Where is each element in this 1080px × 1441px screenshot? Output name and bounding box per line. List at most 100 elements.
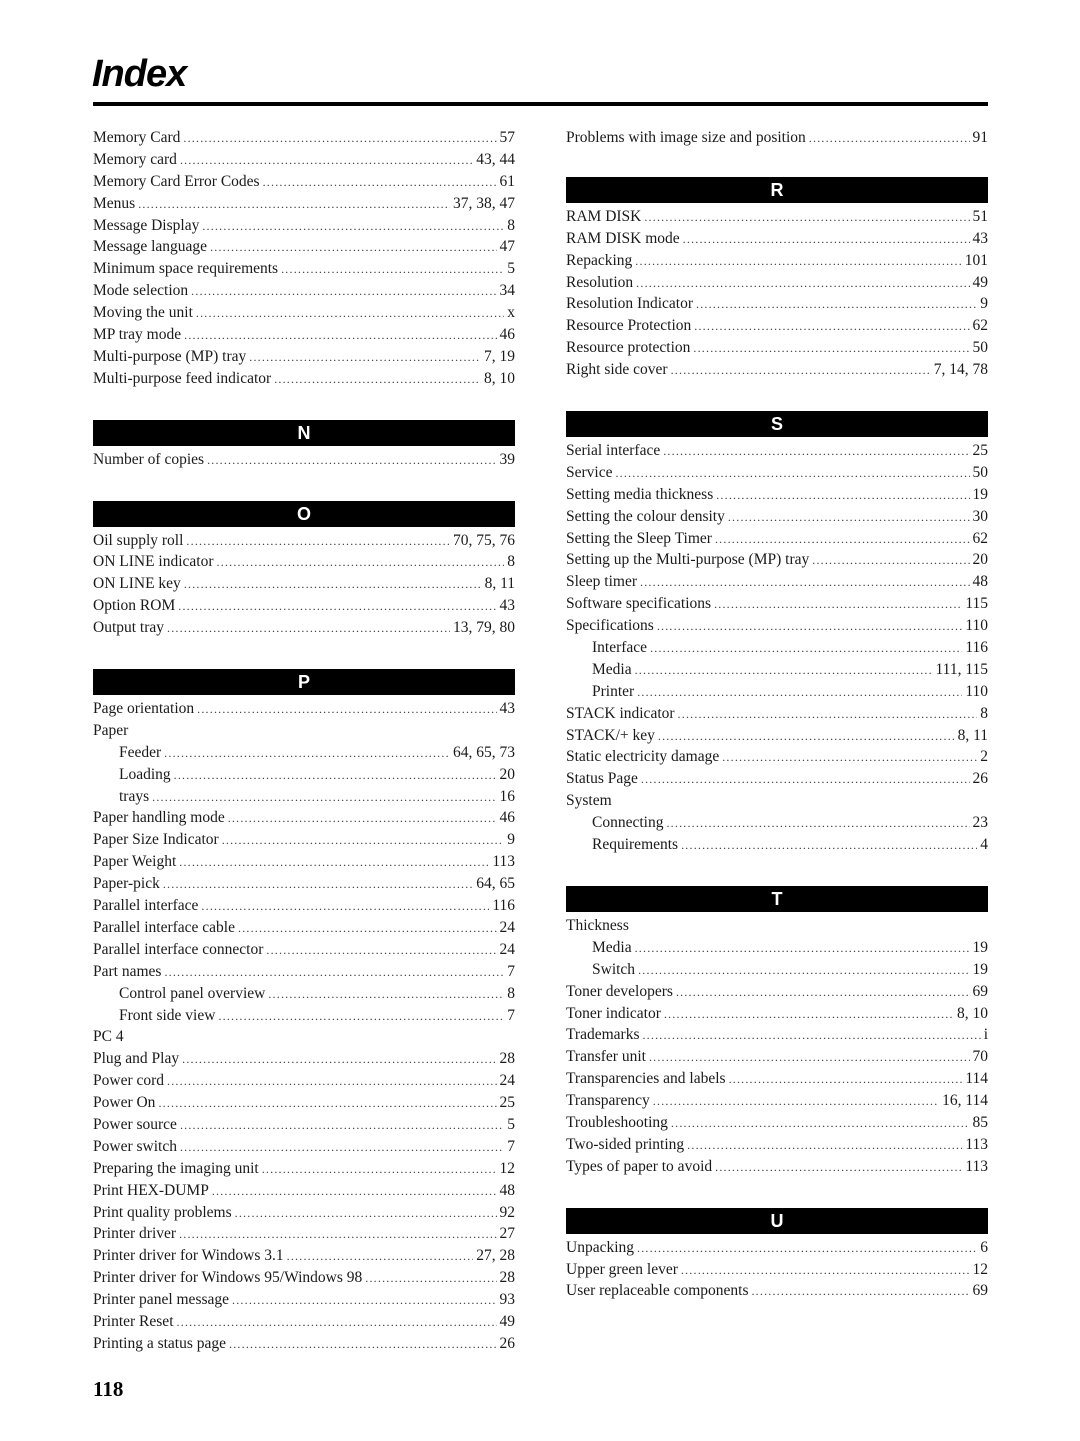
p-continued-entries: Problems with image size and position 91 (566, 127, 988, 149)
index-entry: Thickness (566, 915, 988, 937)
dot-leader (262, 1159, 497, 1181)
index-entry: Resolution 49 (566, 272, 988, 294)
index-entry: ON LINE key 8, 11 (93, 573, 515, 595)
index-entry: Repacking 101 (566, 250, 988, 272)
index-entry: Transfer unit 70 (566, 1046, 988, 1068)
index-entry: Setting the Sleep Timer 62 (566, 528, 988, 550)
entry-term: Serial interface (566, 442, 661, 460)
entry-term: Number of copies (93, 450, 205, 468)
entry-term: Connecting (592, 814, 664, 832)
entry-term: Switch (592, 960, 636, 978)
entry-term: RAM DISK (566, 207, 642, 225)
entry-term: Service (566, 463, 613, 481)
index-subentry: Feeder 64, 65, 73 (93, 742, 515, 764)
dot-leader (664, 1004, 954, 1026)
index-entry: STACK indicator 8 (566, 703, 988, 725)
entry-term: Power source (93, 1115, 177, 1133)
entry-pages: 7, 14, 78 (933, 361, 988, 379)
dot-leader (642, 1025, 980, 1047)
dot-leader (152, 787, 496, 809)
entry-pages: x (507, 304, 515, 322)
entry-pages: 49 (499, 1312, 516, 1330)
right-column: Problems with image size and position91 … (566, 127, 988, 1302)
entry-pages: i (983, 1026, 988, 1044)
index-entry: Static electricity damage 2 (566, 746, 988, 768)
index-entry: Number of copies 39 (93, 449, 515, 471)
entry-term: Toner indicator (566, 1004, 661, 1022)
dot-leader (164, 962, 504, 984)
entry-term: Paper-pick (93, 875, 160, 893)
entry-term: Memory Card Error Codes (93, 172, 260, 190)
dot-leader (201, 896, 489, 918)
dot-leader (694, 316, 969, 338)
dot-leader (729, 1069, 963, 1091)
dot-leader (666, 813, 969, 835)
entry-term: Printer (592, 682, 635, 700)
entry-term: Setting the colour density (566, 507, 725, 525)
entry-term: Print HEX-DUMP (93, 1181, 209, 1199)
index-entry: Paper Size Indicator 9 (93, 829, 515, 851)
entry-term: ON LINE indicator (93, 553, 214, 571)
entry-term: Types of paper to avoid (566, 1157, 713, 1175)
entry-pages: 69 (972, 982, 989, 1000)
dot-leader (202, 216, 504, 238)
entry-pages: 24 (499, 1072, 516, 1090)
entry-term: Software specifications (566, 595, 712, 613)
dot-leader (696, 294, 977, 316)
dot-leader (222, 830, 505, 852)
entry-pages: 61 (499, 172, 516, 190)
entry-pages: 12 (972, 1260, 989, 1278)
entry-pages: 28 (499, 1269, 516, 1287)
dot-leader (658, 726, 955, 748)
section-header-s: S (566, 411, 988, 438)
r-entries: RAM DISK 51 RAM DISK mode 43 Repacking 101 Res… (566, 206, 988, 381)
entry-term: Memory card (93, 150, 177, 168)
entry-term: Paper (93, 721, 129, 739)
entry-pages: 50 (972, 463, 989, 481)
index-entry: Power cord 24 (93, 1070, 515, 1092)
entry-term: Parallel interface connector (93, 940, 264, 958)
dot-leader (714, 594, 962, 616)
page-title: Index (92, 53, 187, 95)
index-entry: Parallel interface connector 24 (93, 939, 515, 961)
entry-term: Message language (93, 238, 208, 256)
entry-pages: 20 (972, 551, 989, 569)
entry-term: Menus (93, 194, 136, 212)
entry-pages: 110 (965, 617, 988, 635)
n-entries: Number of copies 39 (93, 449, 515, 471)
entry-term: Printing a status page (93, 1334, 227, 1352)
entry-term: Media (592, 938, 632, 956)
entry-pages: 70, 75, 76 (453, 531, 515, 549)
index-subentry: Front side view 7 (93, 1005, 515, 1027)
left-column: Memory Card57Memory card43, 44Memory Car… (93, 127, 515, 1355)
entry-term: Paper handling mode (93, 809, 225, 827)
dot-leader (644, 207, 969, 229)
section-header-n: N (93, 419, 515, 446)
dot-leader (184, 574, 482, 596)
entry-pages: 64, 65 (476, 875, 515, 893)
dot-leader (671, 1113, 970, 1135)
entry-pages: 43 (499, 700, 516, 718)
entry-pages: 92 (499, 1203, 516, 1221)
entry-pages: 115 (965, 595, 988, 613)
entry-pages: 24 (499, 918, 516, 936)
entry-term: Control panel overview (119, 984, 266, 1002)
dot-leader (183, 128, 496, 150)
entry-pages: 7 (507, 1137, 515, 1155)
entry-pages: 5 (507, 1115, 515, 1133)
entry-term: Setting media thickness (566, 485, 714, 503)
entry-term: Two-sided printing (566, 1135, 685, 1153)
index-entry: Power source 5 (93, 1114, 515, 1136)
index-entry: Parallel interface 116 (93, 895, 515, 917)
entry-pages: 8, 10 (957, 1004, 988, 1022)
entry-pages: 25 (499, 1094, 516, 1112)
entry-term: Requirements (592, 836, 679, 854)
index-entry: Printing a status page 26 (93, 1333, 515, 1355)
dot-leader (232, 1290, 496, 1312)
entry-term: Power On (93, 1094, 156, 1112)
entry-term: Thickness (566, 916, 629, 934)
dot-leader (167, 618, 450, 640)
entry-term: Output tray (93, 619, 165, 637)
dot-leader (812, 550, 969, 572)
index-entry: Right side cover 7, 14, 78 (566, 359, 988, 381)
